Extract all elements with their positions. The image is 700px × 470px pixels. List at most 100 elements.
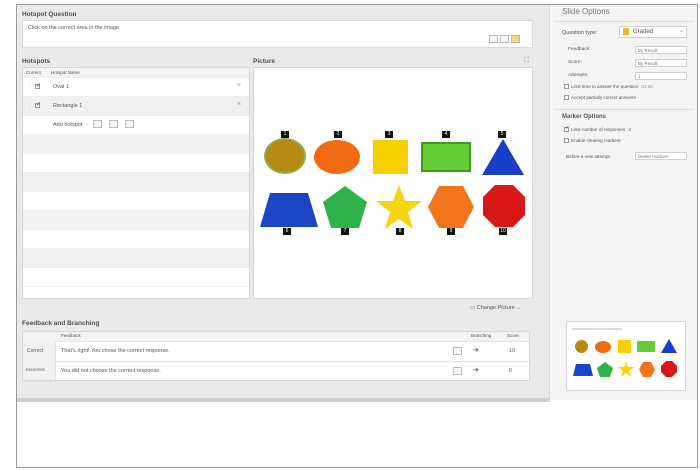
thumb-octagon [661,361,677,377]
trapezoid-shape[interactable] [260,193,318,227]
limit-time-value: 01:00 [641,84,653,89]
question-type-value: Graded [633,29,654,35]
picture-icon: ▭ [470,305,476,311]
limit-responses-option[interactable]: ✓ Limit number of responses 2 [564,125,631,133]
col-correct: Correct [26,70,41,75]
row-type: Correct [27,348,44,354]
limit-time-label: Limit time to answer the question [571,84,639,89]
shape-number: 8 [396,228,404,235]
triangle-shape[interactable] [482,139,524,175]
pentagon-shape[interactable] [323,186,367,228]
limit-time-checkbox[interactable] [564,84,569,90]
shape-number: 10 [499,228,507,235]
accept-partial-option[interactable]: Accept partially correct answers [564,95,636,101]
thumb-pentagon [597,362,613,377]
accept-partial-checkbox[interactable] [564,95,569,101]
drag-handle-icon[interactable]: ⋮ [27,84,32,90]
chevron-down-icon: ⌄ [516,305,521,311]
empty-row [23,154,249,173]
picture-canvas: 1 2 3 4 5 6 7 8 9 10 [253,67,533,299]
enable-clearing-option[interactable]: Enable clearing markers [564,138,621,144]
octagon-shape[interactable] [483,185,525,227]
shape-number: 9 [447,228,455,235]
correct-checkbox[interactable]: ✓ [35,102,41,108]
feedback-text[interactable]: You did not choose the correct response. [61,368,161,374]
limit-time-option[interactable]: Limit time to answer the question 01:00 [564,84,653,90]
shape-number: 2 [334,131,342,138]
remove-icon[interactable]: × [237,82,241,89]
col-branching: Branching [471,333,492,338]
empty-row [23,268,249,287]
accept-partial-label: Accept partially correct answers [571,95,636,100]
thumb-trapezoid [573,364,593,376]
add-rectangle-hotspot-button[interactable] [109,120,118,128]
col-hotspot-name: Hotspot Name [51,70,80,75]
add-oval-hotspot-button[interactable] [93,120,102,128]
slide-options-panel: Slide Options Question type: Graded ⌄ Fe… [549,5,697,400]
table-row: Correct That's right! You chose the corr… [23,341,529,362]
shape-number: 4 [442,131,450,138]
thumb-square [618,340,631,353]
question-type-label: Question type: [562,30,598,36]
ellipse-shape[interactable] [314,140,360,174]
row-type-cell: Correct [23,341,56,361]
insert-button[interactable] [489,35,498,43]
empty-row [23,192,249,211]
feedback-label: Feedback: [568,47,591,52]
score-value[interactable]: 0 [509,368,512,374]
question-type-select[interactable]: Graded ⌄ [619,26,687,38]
graded-icon [623,28,629,35]
square-shape[interactable] [373,140,408,174]
score-select[interactable]: By Result [635,59,687,67]
slide-thumbnail[interactable] [566,321,686,391]
divider [554,21,694,22]
feedback-select[interactable]: By Result [635,46,687,54]
col-feedback: Feedback [61,333,81,338]
empty-row [23,249,249,268]
picture-header: Picture [253,58,276,65]
expand-icon[interactable]: ⛶ [524,57,529,65]
table-row: Incorrect You did not choose the correct… [23,361,529,380]
hotspot-name: Oval 1 [53,84,69,90]
empty-row [23,135,249,154]
row-type: Incorrect [26,368,45,373]
enable-clearing-checkbox[interactable] [564,138,569,144]
thumb-hexagon [639,362,655,377]
before-new-attempt-label: Before a new attempt: [566,154,611,159]
hotspot-question-header: Hotspot Question [22,11,77,18]
feedback-table: Feedback Branching Score Correct That's … [22,331,530,381]
empty-row [23,211,249,230]
add-freeform-hotspot-button[interactable] [125,120,134,128]
correct-checkbox[interactable]: ✓ [35,83,41,89]
feedback-text[interactable]: That's right! You chose the correct resp… [61,348,170,354]
branching-arrow-icon[interactable]: ➜ [473,366,479,374]
before-new-attempt-select[interactable]: Delete markers [635,152,687,160]
limit-responses-checkbox[interactable]: ✓ [564,125,569,133]
hexagon-shape[interactable] [428,186,474,228]
audio-button[interactable] [511,35,520,43]
question-text-area[interactable]: Click on the correct area in the image. [22,20,533,48]
attempts-select[interactable]: 1 [635,72,687,80]
star-shape[interactable] [376,185,422,229]
change-picture-link[interactable]: ▭ Change Picture ⌄ [470,305,521,311]
branching-arrow-icon[interactable]: ➜ [473,346,479,354]
table-row[interactable]: ⋮ ✓ Oval 1 × [23,78,249,97]
format-button[interactable] [500,35,509,43]
rectangle-shape[interactable] [421,142,471,172]
thumb-oval [575,340,588,353]
more-button[interactable] [453,367,462,375]
thumb-rectangle [637,341,655,352]
score-value[interactable]: 10 [509,348,515,354]
shapes-image[interactable]: 1 2 3 4 5 6 7 8 9 10 [254,131,532,235]
remove-icon[interactable]: × [237,101,241,108]
limit-responses-label: Limit number of responses [571,127,626,132]
drag-handle-icon[interactable]: ⋮ [27,103,32,109]
oval-shape[interactable] [266,140,304,172]
bottom-edge [17,398,550,402]
change-picture-label: Change Picture [476,305,515,311]
add-hotspot-row: Add hotspot [23,116,249,135]
shape-number: 1 [281,131,289,138]
table-row[interactable]: ⋮ ✓ Rectangle 1 × [23,97,249,116]
attempts-label: Attempts: [568,73,589,78]
more-button[interactable] [453,347,462,355]
